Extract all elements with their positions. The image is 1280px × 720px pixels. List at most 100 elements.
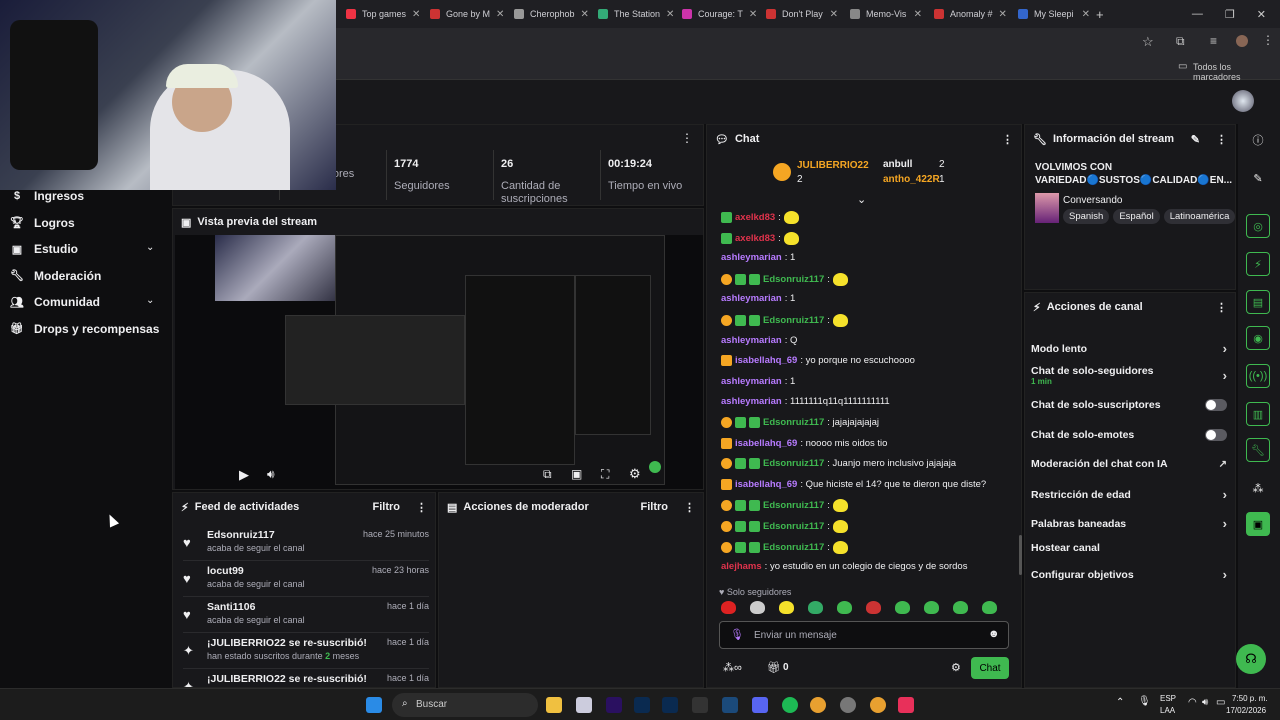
lang-2[interactable]: LAA xyxy=(1160,706,1175,715)
chat-username[interactable]: alejhams xyxy=(721,561,762,572)
quick-action-lightning-icon[interactable]: ⚡︎ xyxy=(1246,252,1270,276)
quick-action-wrench-icon[interactable]: 🔧︎ xyxy=(1246,438,1270,462)
close-tab-icon[interactable]: ✕ xyxy=(496,9,504,20)
channel-action-item[interactable]: Hostear canal xyxy=(1031,542,1227,554)
chat-username[interactable]: ashleymarian xyxy=(721,396,782,407)
sidebar-item[interactable]: 🔧︎ Moderación xyxy=(10,266,101,286)
close-tab-icon[interactable]: ✕ xyxy=(412,9,420,20)
chat-username[interactable]: ashleymarian xyxy=(721,293,782,304)
browser-tab[interactable]: Don't Play ✕ xyxy=(760,0,844,28)
tray-mic-icon[interactable]: 🎙︎ xyxy=(1138,696,1151,707)
chat-send-button[interactable]: Chat xyxy=(971,657,1009,679)
browser-tab[interactable]: Top games ✕ xyxy=(340,0,424,28)
quick-action-extension-icon[interactable]: ⁂ xyxy=(1246,476,1270,500)
channel-action-item[interactable]: Restricción de edad › xyxy=(1031,487,1227,502)
info-icon[interactable]: ⓘ xyxy=(1246,128,1270,152)
more-options-icon[interactable]: ⋮ xyxy=(681,131,693,145)
close-tab-icon[interactable]: ✕ xyxy=(914,9,922,20)
file-explorer-icon[interactable] xyxy=(546,697,562,713)
volume-icon[interactable]: 🔊︎ xyxy=(1202,697,1208,708)
channel-action-item[interactable]: Chat de solo-seguidores 1 min › xyxy=(1031,365,1227,386)
browser-tab[interactable]: Memo-Vis ✕ xyxy=(844,0,928,28)
chat-message[interactable]: Edsonruiz117: xyxy=(721,314,848,327)
photoshop-icon[interactable] xyxy=(634,697,650,713)
browser-tab[interactable]: My Sleepi ✕ xyxy=(1012,0,1096,28)
tag-pill[interactable]: Spanish xyxy=(1063,209,1110,224)
epic-games-icon[interactable] xyxy=(692,697,708,713)
quick-action-server-icon[interactable]: ▥ xyxy=(1246,402,1270,426)
emote-icon[interactable] xyxy=(837,601,852,614)
minimize-button[interactable]: — xyxy=(1192,8,1203,20)
emote-icon[interactable] xyxy=(953,601,968,614)
close-tab-icon[interactable]: ✕ xyxy=(830,9,838,20)
fullscreen-icon[interactable]: ⛶ xyxy=(601,467,609,482)
toggle-switch[interactable] xyxy=(1205,399,1227,411)
chat-more-icon[interactable]: ⋮ xyxy=(1002,133,1013,146)
actions-more-icon[interactable]: ⋮ xyxy=(1216,301,1227,314)
sidebar-item[interactable]: 🎁︎ Drops y recompensas xyxy=(10,319,159,339)
chat-input[interactable]: 🎙︎ Enviar un mensaje ☻ xyxy=(719,621,1009,649)
profile-avatar[interactable] xyxy=(1236,35,1248,47)
spotify-icon[interactable] xyxy=(782,697,798,713)
chat-username[interactable]: Edsonruiz117 xyxy=(763,521,824,532)
battery-icon[interactable]: ▭ xyxy=(1216,697,1225,708)
chat-message[interactable]: Edsonruiz117: jajajajajajaj xyxy=(721,417,879,428)
emote-icon[interactable] xyxy=(750,601,765,614)
steam-icon[interactable] xyxy=(722,697,738,713)
channel-action-item[interactable]: Chat de solo-suscriptores xyxy=(1031,399,1227,411)
feed-item[interactable]: ♥ locut99 acaba de seguir el canal hace 23 … xyxy=(183,565,429,597)
pip-icon[interactable]: ⧉ xyxy=(543,467,552,482)
chat-message[interactable]: Edsonruiz117: xyxy=(721,272,848,286)
sidebar-item[interactable]: 👥︎ Comunidad xyxy=(10,292,100,312)
browser-tab[interactable]: Anomaly # ✕ xyxy=(928,0,1012,28)
feed-more-icon[interactable]: ⋮ xyxy=(416,501,427,514)
chat-message[interactable]: axelkd83: xyxy=(721,211,799,224)
chat-username[interactable]: axelkd83 xyxy=(735,233,775,244)
edit-pencil-icon[interactable]: ✎ xyxy=(1191,133,1200,146)
sidebar-item[interactable]: ▣ Estudio xyxy=(10,239,78,259)
close-tab-icon[interactable]: ✕ xyxy=(749,9,757,20)
chat-settings-icon[interactable]: ⚙ xyxy=(951,661,961,674)
chrome-icon[interactable] xyxy=(810,697,826,713)
chevron-down-icon[interactable]: ⌄ xyxy=(146,295,154,306)
user-avatar[interactable] xyxy=(1232,90,1254,112)
leader-3-name[interactable]: antho_422R xyxy=(883,174,940,185)
channel-action-item[interactable]: Palabras baneadas › xyxy=(1031,516,1227,531)
channel-action-item[interactable]: Chat de solo-emotes xyxy=(1031,429,1227,441)
clip-icon[interactable]: ▣ xyxy=(571,467,582,481)
tag-pill[interactable]: Español xyxy=(1113,209,1160,224)
close-tab-icon[interactable]: ✕ xyxy=(999,9,1007,20)
quick-action-clipboard-icon[interactable]: ▤ xyxy=(1246,290,1270,314)
chat-username[interactable]: Edsonruiz117 xyxy=(763,542,824,553)
feed-item[interactable]: ♥ Edsonruiz117 acaba de seguir el canal hac… xyxy=(183,529,429,561)
play-icon[interactable]: ▶ xyxy=(239,467,249,483)
collapse-leaderboard-icon[interactable]: ⌄ xyxy=(857,193,866,206)
chat-username[interactable]: isabellahq_69 xyxy=(735,355,797,366)
points-icon[interactable]: 🎁︎ xyxy=(767,661,781,674)
discord-icon[interactable] xyxy=(752,697,768,713)
mod-more-icon[interactable]: ⋮ xyxy=(684,501,695,514)
emote-icon[interactable] xyxy=(924,601,939,614)
chrome-icon[interactable] xyxy=(870,697,886,713)
bits-icon[interactable]: ⁂∞ xyxy=(723,661,742,674)
chat-username[interactable]: Edsonruiz117 xyxy=(763,500,824,511)
sidebar-item[interactable]: 🏆︎ Logros xyxy=(10,213,75,233)
lang-1[interactable]: ESP xyxy=(1160,694,1176,703)
premiere-icon[interactable] xyxy=(606,697,622,713)
all-bookmarks-link[interactable]: Todos los marcadores xyxy=(1193,62,1280,82)
media-icon[interactable]: ≡ xyxy=(1210,34,1217,48)
leader-2-name[interactable]: anbull xyxy=(883,159,912,170)
browser-tab[interactable]: The Station ✕ xyxy=(592,0,676,28)
chat-username[interactable]: ashleymarian xyxy=(721,376,782,387)
chat-message[interactable]: Edsonruiz117: xyxy=(721,540,848,554)
chat-username[interactable]: ashleymarian xyxy=(721,335,782,346)
emote-icon[interactable] xyxy=(721,601,736,614)
tray-chevron-icon[interactable]: ⌃ xyxy=(1116,697,1124,708)
chat-message[interactable]: ashleymarian: 1 xyxy=(721,252,795,263)
chat-username[interactable]: axelkd83 xyxy=(735,212,775,223)
quick-action-camera-icon[interactable]: ◎ xyxy=(1246,214,1270,238)
chat-message[interactable]: ashleymarian: Q xyxy=(721,335,797,346)
mod-filter-button[interactable]: Filtro xyxy=(641,501,669,513)
volume-icon[interactable]: 🔊︎ xyxy=(267,467,275,482)
feed-item[interactable]: ♥ Santi1106 acaba de seguir el canal hace 1… xyxy=(183,601,429,633)
